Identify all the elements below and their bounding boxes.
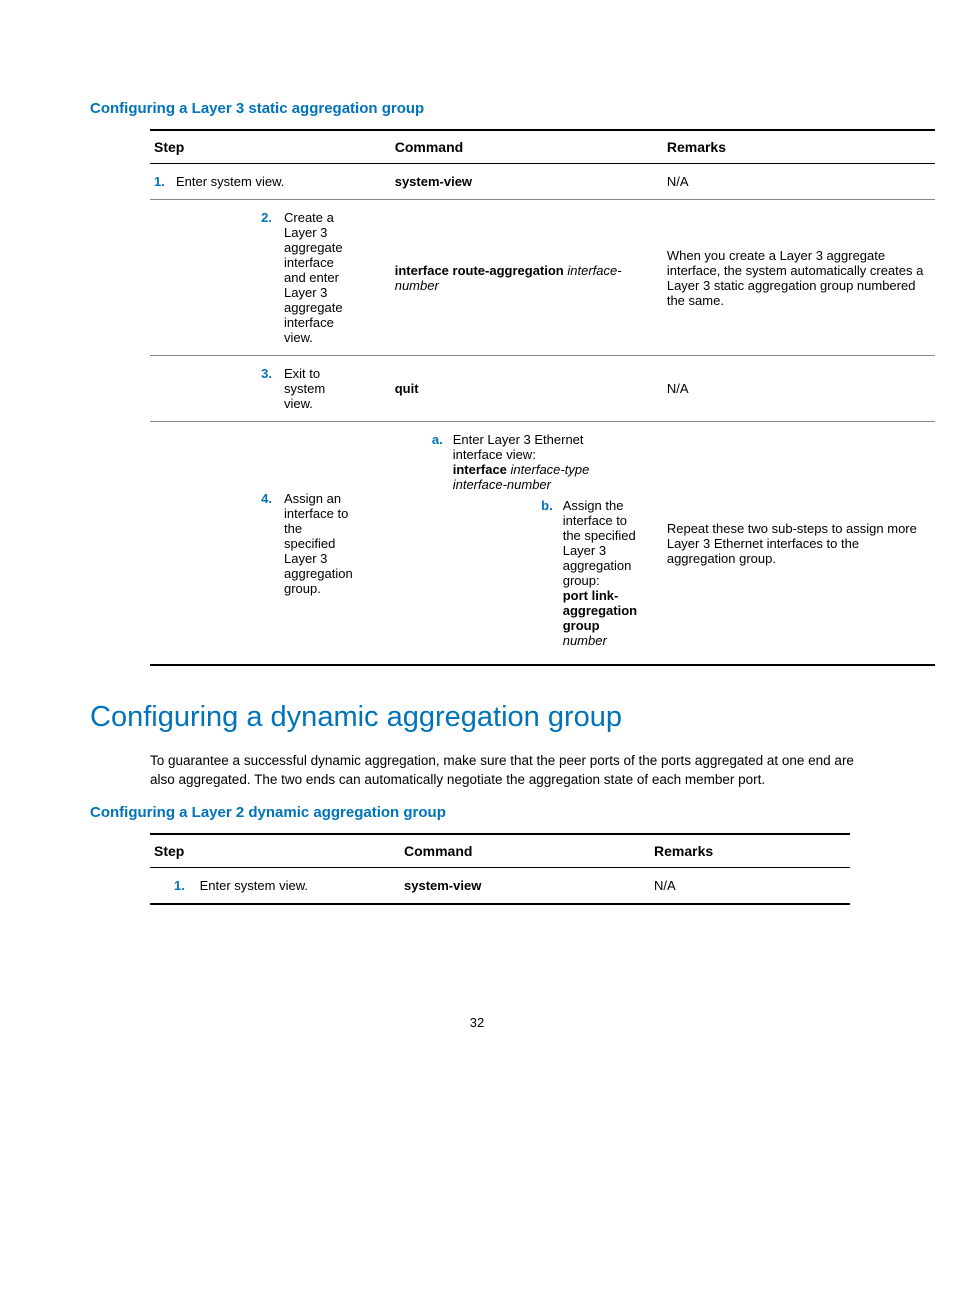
header-command: Command (391, 130, 663, 164)
section-subtitle: Configuring a Layer 3 static aggregation… (90, 100, 864, 117)
sub-step-b: b. Assign the interface to the specified… (395, 498, 659, 648)
table-row: 1. Enter system view. system-view N/A (150, 164, 935, 200)
step-text: Enter system view. (176, 174, 284, 189)
sub-text: Assign the interface to the specified La… (563, 498, 636, 588)
header-step: Step (150, 130, 391, 164)
remarks-cell: N/A (650, 867, 850, 904)
step-text: Create a Layer 3 aggregate interface and… (284, 210, 356, 345)
command-cell: system-view (391, 164, 663, 200)
table-row: 3. Exit to system view. quit N/A (150, 356, 935, 422)
step-number: 1. (154, 174, 176, 189)
heading-dynamic-aggregation: Configuring a dynamic aggregation group (90, 701, 864, 734)
intro-paragraph: To guarantee a successful dynamic aggreg… (150, 752, 864, 790)
command-cell: system-view (400, 867, 650, 904)
step-number: 2. (250, 210, 272, 225)
step-number: 1. (174, 878, 196, 893)
step-cell: 3. Exit to system view. (150, 356, 391, 422)
command-cell: a. Enter Layer 3 Ethernet interface view… (391, 422, 663, 666)
remarks-cell: N/A (663, 356, 935, 422)
config-table-l2-dynamic: Step Command Remarks 1. Enter system vie… (150, 833, 850, 905)
remarks-cell: N/A (663, 164, 935, 200)
header-command: Command (400, 834, 650, 868)
step-number: 4. (250, 491, 272, 506)
sub-italic: number (563, 633, 607, 648)
step-cell: 4. Assign an interface to the specified … (150, 422, 391, 666)
remarks-cell: When you create a Layer 3 aggregate inte… (663, 200, 935, 356)
step-text: Enter system view. (200, 878, 308, 893)
command-bold: interface route-aggregation (395, 263, 564, 278)
remarks-cell: Repeat these two sub-steps to assign mor… (663, 422, 935, 666)
section-subtitle: Configuring a Layer 2 dynamic aggregatio… (90, 804, 864, 821)
header-step: Step (150, 834, 400, 868)
sub-letter: b. (395, 498, 563, 648)
step-cell: 2. Create a Layer 3 aggregate interface … (150, 200, 391, 356)
config-table-l3-static: Step Command Remarks 1. Enter system vie… (150, 129, 935, 666)
step-text: Exit to system view. (284, 366, 356, 411)
table-row: 1. Enter system view. system-view N/A (150, 867, 850, 904)
header-remarks: Remarks (663, 130, 935, 164)
step-cell: 1. Enter system view. (150, 164, 391, 200)
sub-bold: interface (453, 462, 507, 477)
sub-letter: a. (395, 432, 453, 492)
header-remarks: Remarks (650, 834, 850, 868)
step-number: 3. (250, 366, 272, 381)
table-row: 4. Assign an interface to the specified … (150, 422, 935, 666)
table-row: 2. Create a Layer 3 aggregate interface … (150, 200, 935, 356)
command-cell: quit (391, 356, 663, 422)
sub-step-a: a. Enter Layer 3 Ethernet interface view… (395, 432, 659, 492)
table-header-row: Step Command Remarks (150, 834, 850, 868)
step-cell: 1. Enter system view. (150, 867, 400, 904)
table-header-row: Step Command Remarks (150, 130, 935, 164)
command-cell: interface route-aggregation interface-nu… (391, 200, 663, 356)
page-number: 32 (90, 1015, 864, 1030)
step-text: Assign an interface to the specified Lay… (284, 491, 356, 596)
sub-bold: port link-aggregation group (563, 588, 637, 633)
sub-text: Enter Layer 3 Ethernet interface view: (453, 432, 584, 462)
